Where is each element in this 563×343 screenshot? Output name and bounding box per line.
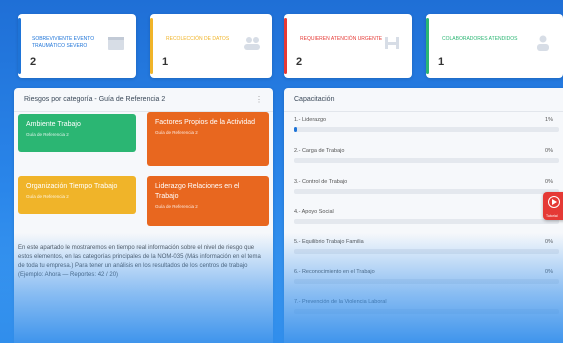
tile-title: Ambiente Trabajo xyxy=(26,121,81,128)
stat-accent-bar xyxy=(284,18,287,74)
training-row-percent: 0% xyxy=(545,269,553,275)
tile-subtitle: Guía de Referencia 2 xyxy=(26,132,69,137)
stat-value: 1 xyxy=(162,56,169,68)
stat-card-urgente[interactable]: Requieren Atención Urgente 2 xyxy=(284,14,412,78)
users-icon xyxy=(244,37,260,50)
stat-label: Sobreviviente evento traumático severo xyxy=(32,36,95,49)
tile-factores-actividad[interactable]: Factores Propios de la Actividad Guía de… xyxy=(147,112,269,166)
progress-track xyxy=(294,189,559,194)
training-row-name: 6.- Reconocimiento en el Trabajo xyxy=(294,269,375,275)
tile-title: Liderazgo Relaciones en el Trabajo xyxy=(155,183,240,200)
stat-value: 2 xyxy=(30,56,37,68)
tile-ambiente-trabajo[interactable]: Ambiente Trabajo Guía de Referencia 2 xyxy=(18,114,136,152)
tile-subtitle: Guía de Referencia 2 xyxy=(155,204,198,209)
progress-track xyxy=(294,158,559,163)
panel-title: Capacitación xyxy=(284,88,563,112)
tile-title: Factores Propios de la Actividad xyxy=(155,119,255,126)
alert-tools-icon xyxy=(385,37,399,49)
tile-liderazgo-relaciones[interactable]: Liderazgo Relaciones en el Trabajo Guía … xyxy=(147,176,269,226)
progress-track xyxy=(294,249,559,254)
risk-category-panel: Riesgos por categoría - Guía de Referenc… xyxy=(14,88,273,343)
stat-card-trauma[interactable]: Sobreviviente evento traumático severo 2 xyxy=(18,14,136,78)
training-row-name: 5.- Equilibrio Trabajo Familia xyxy=(294,239,364,245)
stat-accent-bar xyxy=(18,18,21,74)
tutorial-label: Tutorial xyxy=(546,214,558,218)
play-circle-icon xyxy=(548,196,560,208)
training-row-percent: 1% xyxy=(545,117,553,123)
stat-label: Recolección de datos xyxy=(166,36,230,42)
calendar-icon xyxy=(108,37,124,50)
stat-accent-bar xyxy=(426,18,429,74)
stat-value: 2 xyxy=(296,56,303,68)
progress-fill xyxy=(294,127,298,132)
tile-subtitle: Guía de Referencia 2 xyxy=(26,194,69,199)
stat-card-recoleccion[interactable]: Recolección de datos 1 xyxy=(150,14,272,78)
tutorial-button[interactable]: Tutorial xyxy=(543,192,563,220)
training-row-percent: 0% xyxy=(545,148,553,154)
person-icon xyxy=(537,35,549,51)
more-vertical-icon[interactable]: ⋮ xyxy=(255,95,263,104)
dashboard: Sobreviviente evento traumático severo 2… xyxy=(0,0,563,343)
tile-subtitle: Guía de Referencia 2 xyxy=(155,130,198,135)
progress-track xyxy=(294,127,559,132)
tile-organizacion-tiempo[interactable]: Organización Tiempo Trabajo Guía de Refe… xyxy=(18,176,136,214)
stat-card-atendidos[interactable]: Colaboradores Atendidos 1 xyxy=(426,14,563,78)
risk-description: En este apartado le mostraremos en tiemp… xyxy=(18,245,261,278)
training-row-name: 7.- Prevención de la Violencia Laboral xyxy=(294,299,387,305)
panel-title: Riesgos por categoría - Guía de Referenc… xyxy=(14,88,273,112)
progress-track xyxy=(294,309,559,314)
training-row-percent: 0% xyxy=(545,239,553,245)
stat-label: Requieren Atención Urgente xyxy=(300,36,383,42)
stat-accent-bar xyxy=(150,18,153,74)
tile-title: Organización Tiempo Trabajo xyxy=(26,183,118,190)
progress-track xyxy=(294,219,559,224)
training-row-name: 3.- Control de Trabajo xyxy=(294,179,348,185)
stat-value: 1 xyxy=(438,56,445,68)
training-row-name: 2.- Carga de Trabajo xyxy=(294,148,345,154)
stat-label: Colaboradores Atendidos xyxy=(442,36,518,42)
training-row-percent: 0% xyxy=(545,179,553,185)
training-row-name: 4.- Apoyo Social xyxy=(294,209,334,215)
training-row-name: 1.- Liderazgo xyxy=(294,117,327,123)
progress-track xyxy=(294,279,559,284)
